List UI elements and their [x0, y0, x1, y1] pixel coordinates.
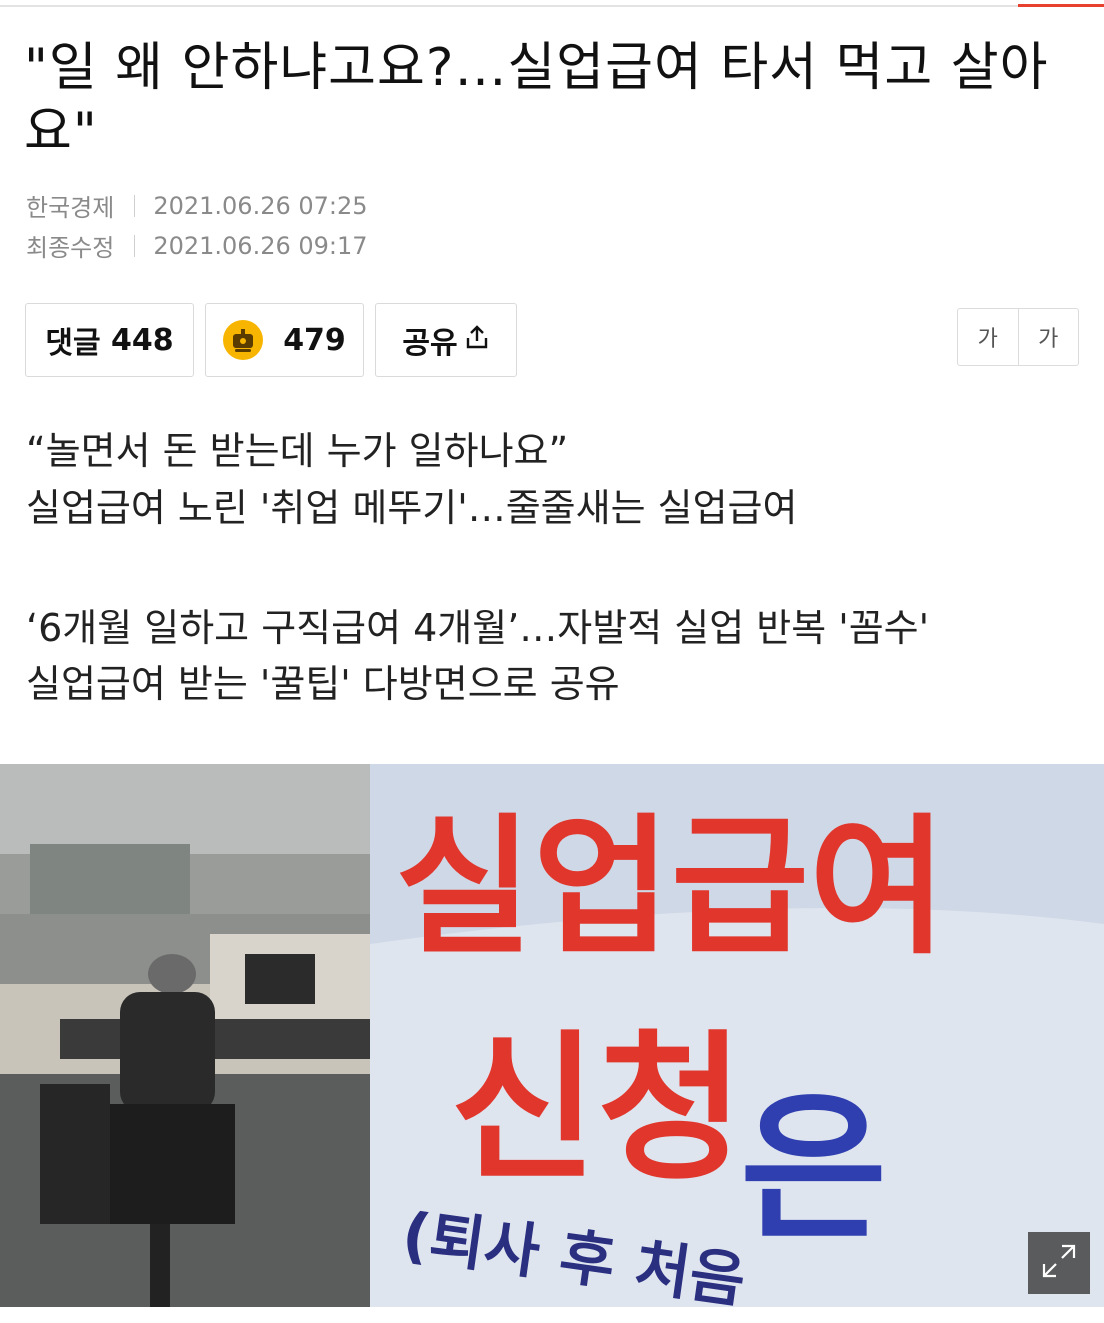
- top-divider: [0, 5, 1104, 7]
- font-size-control: 가 가: [957, 308, 1079, 366]
- reaction-count: 479: [283, 322, 346, 358]
- font-increase-button[interactable]: 가: [1017, 309, 1079, 365]
- share-icon: [464, 323, 490, 358]
- summary-line: 실업급여 받는 '꿀팁' 다방면으로 공유: [26, 662, 620, 706]
- comment-count: 448: [111, 322, 174, 358]
- sign-text: 실업급여: [395, 801, 947, 975]
- modified-date: 2021.06.26 09:17: [153, 231, 368, 260]
- article-photo[interactable]: 실업급여 신청 은 (퇴사 후 처음: [0, 764, 1104, 1307]
- summary-line: ‘6개월 일하고 구직급여 4개월’…자발적 실업 반복 '꼼수': [26, 606, 930, 650]
- sign-text: 신청: [450, 1015, 744, 1202]
- article-headline: "일 왜 안하냐고요?…실업급여 타서 먹고 살아요": [24, 38, 1049, 162]
- top-accent-bar: [1018, 4, 1104, 7]
- published-date: 2021.06.26 07:25: [153, 191, 368, 220]
- modified-label: 최종수정: [26, 234, 115, 262]
- share-label: 공유: [402, 326, 458, 361]
- source-name: 한국경제: [26, 194, 115, 222]
- comment-label: 댓글: [45, 326, 101, 361]
- font-decrease-button[interactable]: 가: [958, 309, 1018, 365]
- sign-text: 은: [740, 1075, 887, 1262]
- meta-separator: [134, 194, 136, 217]
- summary-line: 실업급여 노린 '취업 메뚜기'…줄줄새는 실업급여: [26, 486, 798, 530]
- share-button[interactable]: 공유: [375, 303, 517, 377]
- meta-separator: [134, 234, 136, 257]
- expand-image-button[interactable]: [1028, 1232, 1090, 1294]
- comment-button[interactable]: 댓글 448: [25, 303, 194, 377]
- expand-icon: [1040, 1242, 1078, 1284]
- reaction-button[interactable]: 479: [205, 303, 364, 377]
- meta-modified: 최종수정 2021.06.26 09:17: [26, 228, 368, 263]
- meta-published: 한국경제 2021.06.26 07:25: [26, 188, 368, 223]
- summary-line: “놀면서 돈 받는데 누가 일하나요”: [26, 429, 569, 473]
- reaction-emoji-icon: [223, 320, 264, 360]
